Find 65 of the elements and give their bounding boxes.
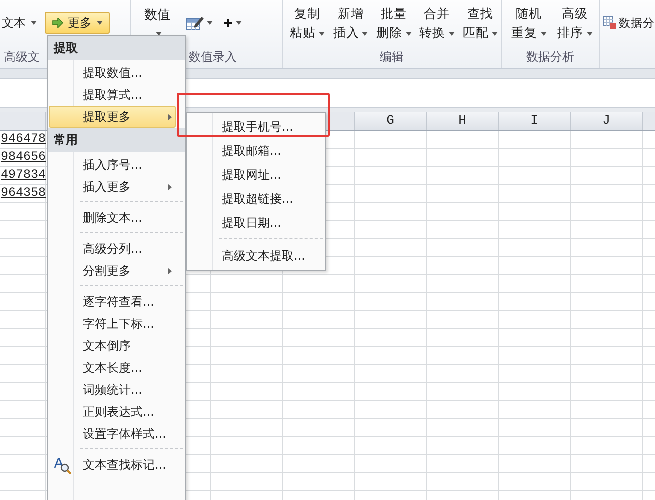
caret-icon — [207, 21, 214, 25]
caret-icon — [492, 32, 498, 36]
find-text-icon — [54, 457, 72, 475]
table-cell: 984656 — [0, 149, 46, 166]
menu-item[interactable]: 高级文本提取... — [188, 244, 324, 268]
table-cell: 946478 — [0, 131, 46, 148]
ribbon-button[interactable]: 批量 删除 — [373, 0, 415, 42]
ribbon-button[interactable]: 高级 排序 — [554, 0, 596, 42]
submenu-arrow-icon — [168, 184, 172, 190]
menu-item[interactable]: 提取更多 — [49, 106, 176, 128]
menu-item[interactable]: 提取日期... — [188, 211, 324, 235]
menu-item[interactable]: 提取网址... — [188, 163, 324, 187]
arrow-icon — [52, 18, 64, 28]
menu-item[interactable]: 正则表达式... — [49, 401, 176, 423]
menu-item[interactable]: 提取数值... — [49, 62, 176, 84]
caret-icon — [362, 32, 368, 36]
caret-icon — [319, 32, 326, 36]
ribbon-button[interactable]: 复制 粘贴 — [287, 0, 328, 42]
group-label: 数值录入 — [188, 49, 237, 66]
table-cell: 964358 — [0, 185, 46, 202]
menu-item[interactable]: 提取手机号... — [188, 115, 324, 139]
menu-item[interactable]: 提取邮箱... — [188, 139, 324, 163]
ribbon-button[interactable]: 新增 插入 — [330, 0, 372, 42]
menu-item[interactable]: 删除文本... — [49, 207, 176, 229]
plus-icon — [223, 18, 234, 28]
menu-item[interactable]: 插入更多 — [49, 176, 176, 198]
menu-item[interactable]: 提取算式... — [49, 84, 176, 106]
menu-item[interactable]: 高级分列... — [49, 238, 176, 260]
table-cell: 497834 — [0, 167, 46, 184]
submenu-arrow-icon — [168, 114, 172, 120]
ribbon-button[interactable]: 随机 重复 — [508, 0, 550, 42]
menu-item[interactable]: 提取超链接... — [188, 187, 324, 211]
column-header[interactable]: H — [427, 112, 499, 130]
caret-icon — [236, 21, 242, 25]
more-button[interactable]: 更多 — [45, 12, 110, 34]
text-dropdown-button[interactable]: 文本 — [0, 12, 39, 34]
submenu-arrow-icon — [168, 268, 172, 274]
ribbon-button[interactable]: 查找 匹配 — [460, 0, 502, 42]
group-label: 数据分析 — [526, 49, 574, 66]
caret-icon — [31, 21, 37, 25]
grid-icon — [603, 16, 617, 30]
group-label: 编辑 — [380, 49, 404, 66]
menu-item[interactable]: 分割更多 — [49, 260, 176, 282]
menu-section-header: 常用 — [48, 128, 185, 152]
caret-icon — [97, 21, 103, 25]
caret-icon — [540, 32, 546, 36]
column-header[interactable]: J — [571, 112, 643, 130]
caret-icon — [406, 32, 412, 36]
menu-item[interactable]: 文本长度... — [49, 357, 176, 379]
menu-item[interactable]: 字符上下标... — [49, 313, 176, 335]
ribbon-button[interactable]: 数据分 — [603, 12, 655, 34]
menu-item[interactable]: 逐字符查看... — [49, 291, 176, 313]
column-header[interactable]: G — [355, 112, 427, 130]
menu-item[interactable]: 文本查找标记... — [49, 454, 176, 476]
group-label: 高级文 — [3, 49, 40, 66]
menu-item[interactable]: 文本倒序 — [49, 335, 176, 357]
caret-icon — [586, 32, 592, 36]
menu-item[interactable]: 设置字体样式... — [49, 423, 176, 445]
menu-item[interactable]: 词频统计... — [49, 379, 176, 401]
menu-item[interactable]: 插入序号... — [49, 154, 176, 176]
table-pencil-icon — [186, 15, 204, 31]
caret-icon — [448, 32, 455, 36]
ribbon-button[interactable]: 合并 转换 — [416, 0, 458, 42]
menu-section-header: 提取 — [48, 36, 185, 60]
column-header[interactable]: I — [499, 112, 571, 130]
